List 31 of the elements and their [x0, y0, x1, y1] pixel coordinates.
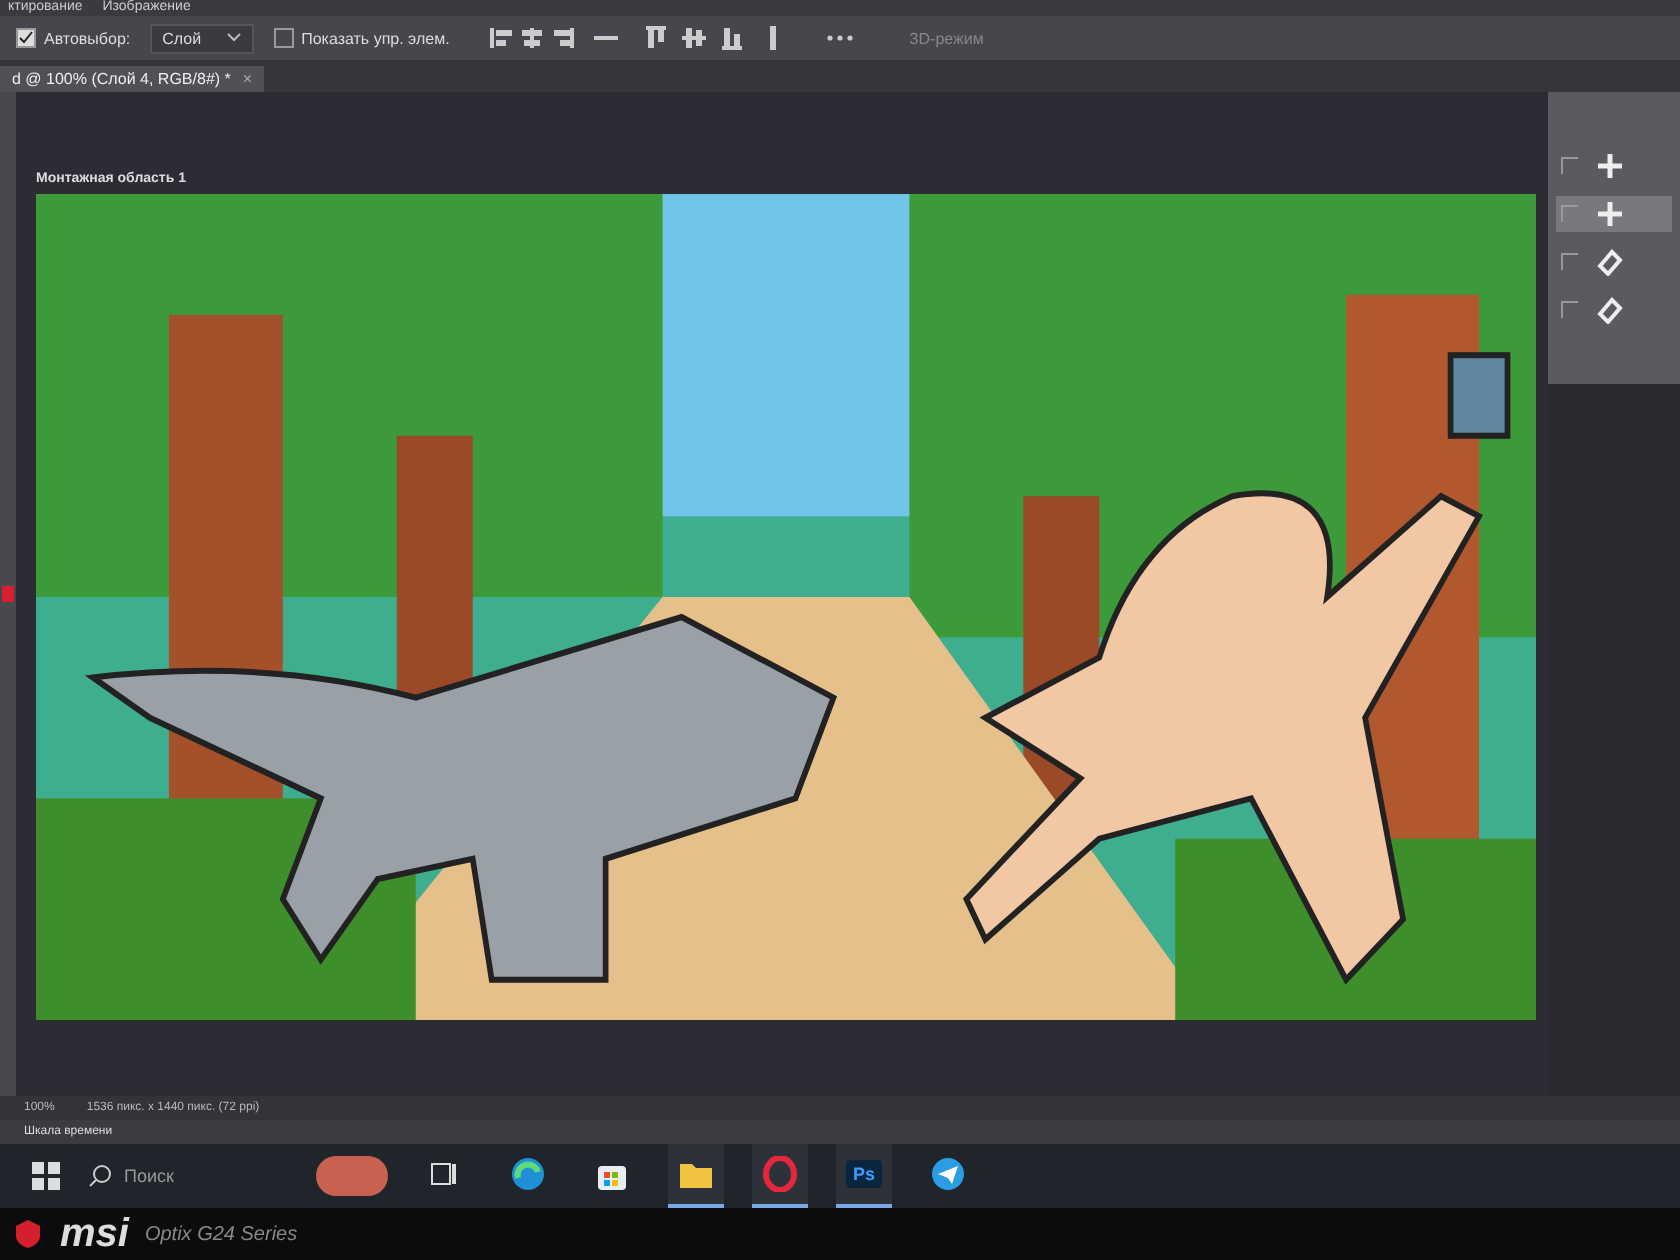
- corner-icon: [1560, 156, 1580, 176]
- brand-logo: msi: [60, 1211, 129, 1257]
- show-controls-checkbox[interactable]: [273, 28, 294, 48]
- search-icon: [88, 1164, 112, 1188]
- move-icon: [1596, 152, 1624, 180]
- caret-icon: [225, 32, 242, 44]
- browser-icon: [510, 1156, 546, 1192]
- eraser-icon: [1596, 296, 1624, 324]
- taskbar-app[interactable]: [668, 1144, 724, 1208]
- autoselect-label: Автовыбор:: [44, 29, 131, 47]
- target-dropdown[interactable]: Слой: [150, 23, 254, 53]
- autoselect-checkbox[interactable]: [16, 28, 36, 48]
- search-field[interactable]: Поиск: [88, 1164, 288, 1188]
- start-icon[interactable]: [32, 1162, 60, 1190]
- task-view-icon: [428, 1158, 460, 1190]
- taskbar-app[interactable]: Ps: [836, 1144, 892, 1208]
- panel-row[interactable]: [1556, 196, 1672, 232]
- corner-icon: [1560, 300, 1580, 320]
- mode-label: 3D-режим: [909, 29, 984, 47]
- chat-icon: [930, 1156, 966, 1192]
- app-logo: Ps: [846, 1160, 881, 1188]
- document-tab[interactable]: d @ 100% (Слой 4, RGB/8#) * ×: [0, 66, 265, 92]
- corner-icon: [1560, 252, 1580, 272]
- eraser-icon: [1596, 248, 1624, 276]
- show-controls-label: Показать упр. элем.: [301, 29, 450, 47]
- corner-icon: [1560, 204, 1580, 224]
- color-swatch[interactable]: [2, 586, 14, 602]
- ring-icon: [762, 1156, 798, 1192]
- move-icon: [1596, 200, 1624, 228]
- folder-icon: [678, 1158, 714, 1190]
- model-name: Optix G24 Series: [144, 1223, 298, 1245]
